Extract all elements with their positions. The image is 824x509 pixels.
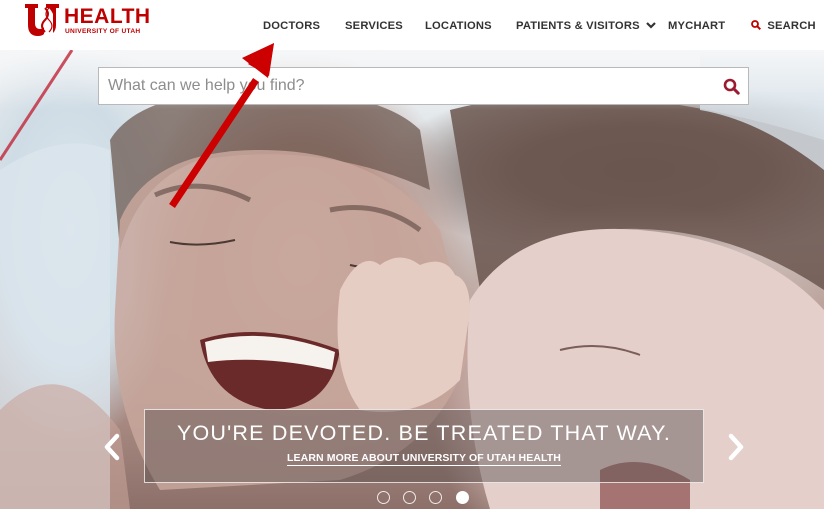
hero-headline: YOU'RE DEVOTED. BE TREATED THAT WAY. [176, 421, 672, 445]
nav-patients-visitors[interactable]: PATIENTS & VISITORS [516, 20, 656, 32]
nav-locations[interactable]: LOCATIONS [425, 20, 492, 32]
chevron-right-icon[interactable] [726, 432, 746, 462]
annotation-arrow-icon [169, 43, 274, 208]
learn-more-link[interactable]: LEARN MORE ABOUT UNIVERSITY OF UTAH HEAL… [287, 452, 561, 466]
hero-carousel: YOU'RE DEVOTED. BE TREATED THAT WAY. LEA… [0, 50, 824, 509]
carousel-dot-2[interactable] [403, 491, 416, 504]
nav-search-label: SEARCH [767, 20, 816, 32]
hero-caption: YOU'RE DEVOTED. BE TREATED THAT WAY. LEA… [144, 409, 704, 483]
logo-wordmark: HEALTH [64, 5, 151, 28]
carousel-dot-3[interactable] [429, 491, 442, 504]
search-icon [751, 20, 761, 30]
nav-mychart-label: MYCHART [668, 20, 726, 32]
nav-doctors-label: DOCTORS [263, 20, 321, 32]
chevron-left-icon[interactable] [102, 432, 122, 462]
search-icon[interactable] [723, 78, 740, 95]
chevron-down-icon [646, 22, 656, 29]
nav-search[interactable]: SEARCH [751, 20, 816, 32]
nav-services-label: SERVICES [345, 20, 403, 32]
nav-services[interactable]: SERVICES [345, 20, 403, 32]
carousel-dot-4[interactable] [456, 491, 469, 504]
carousel-dot-1[interactable] [377, 491, 390, 504]
site-header: HEALTH UNIVERSITY OF UTAH DOCTORS SERVIC… [0, 0, 824, 50]
nav-locations-label: LOCATIONS [425, 20, 492, 32]
logo-subtitle: UNIVERSITY OF UTAH [65, 28, 141, 35]
nav-mychart[interactable]: MYCHART [668, 20, 725, 32]
learn-more-link-wrap: LEARN MORE ABOUT UNIVERSITY OF UTAH HEAL… [145, 452, 703, 466]
nav-patients-visitors-label: PATIENTS & VISITORS [516, 20, 640, 32]
block-u-icon [25, 4, 59, 36]
university-of-utah-health-logo[interactable]: HEALTH UNIVERSITY OF UTAH [25, 4, 150, 38]
nav-doctors[interactable]: DOCTORS [263, 20, 320, 32]
